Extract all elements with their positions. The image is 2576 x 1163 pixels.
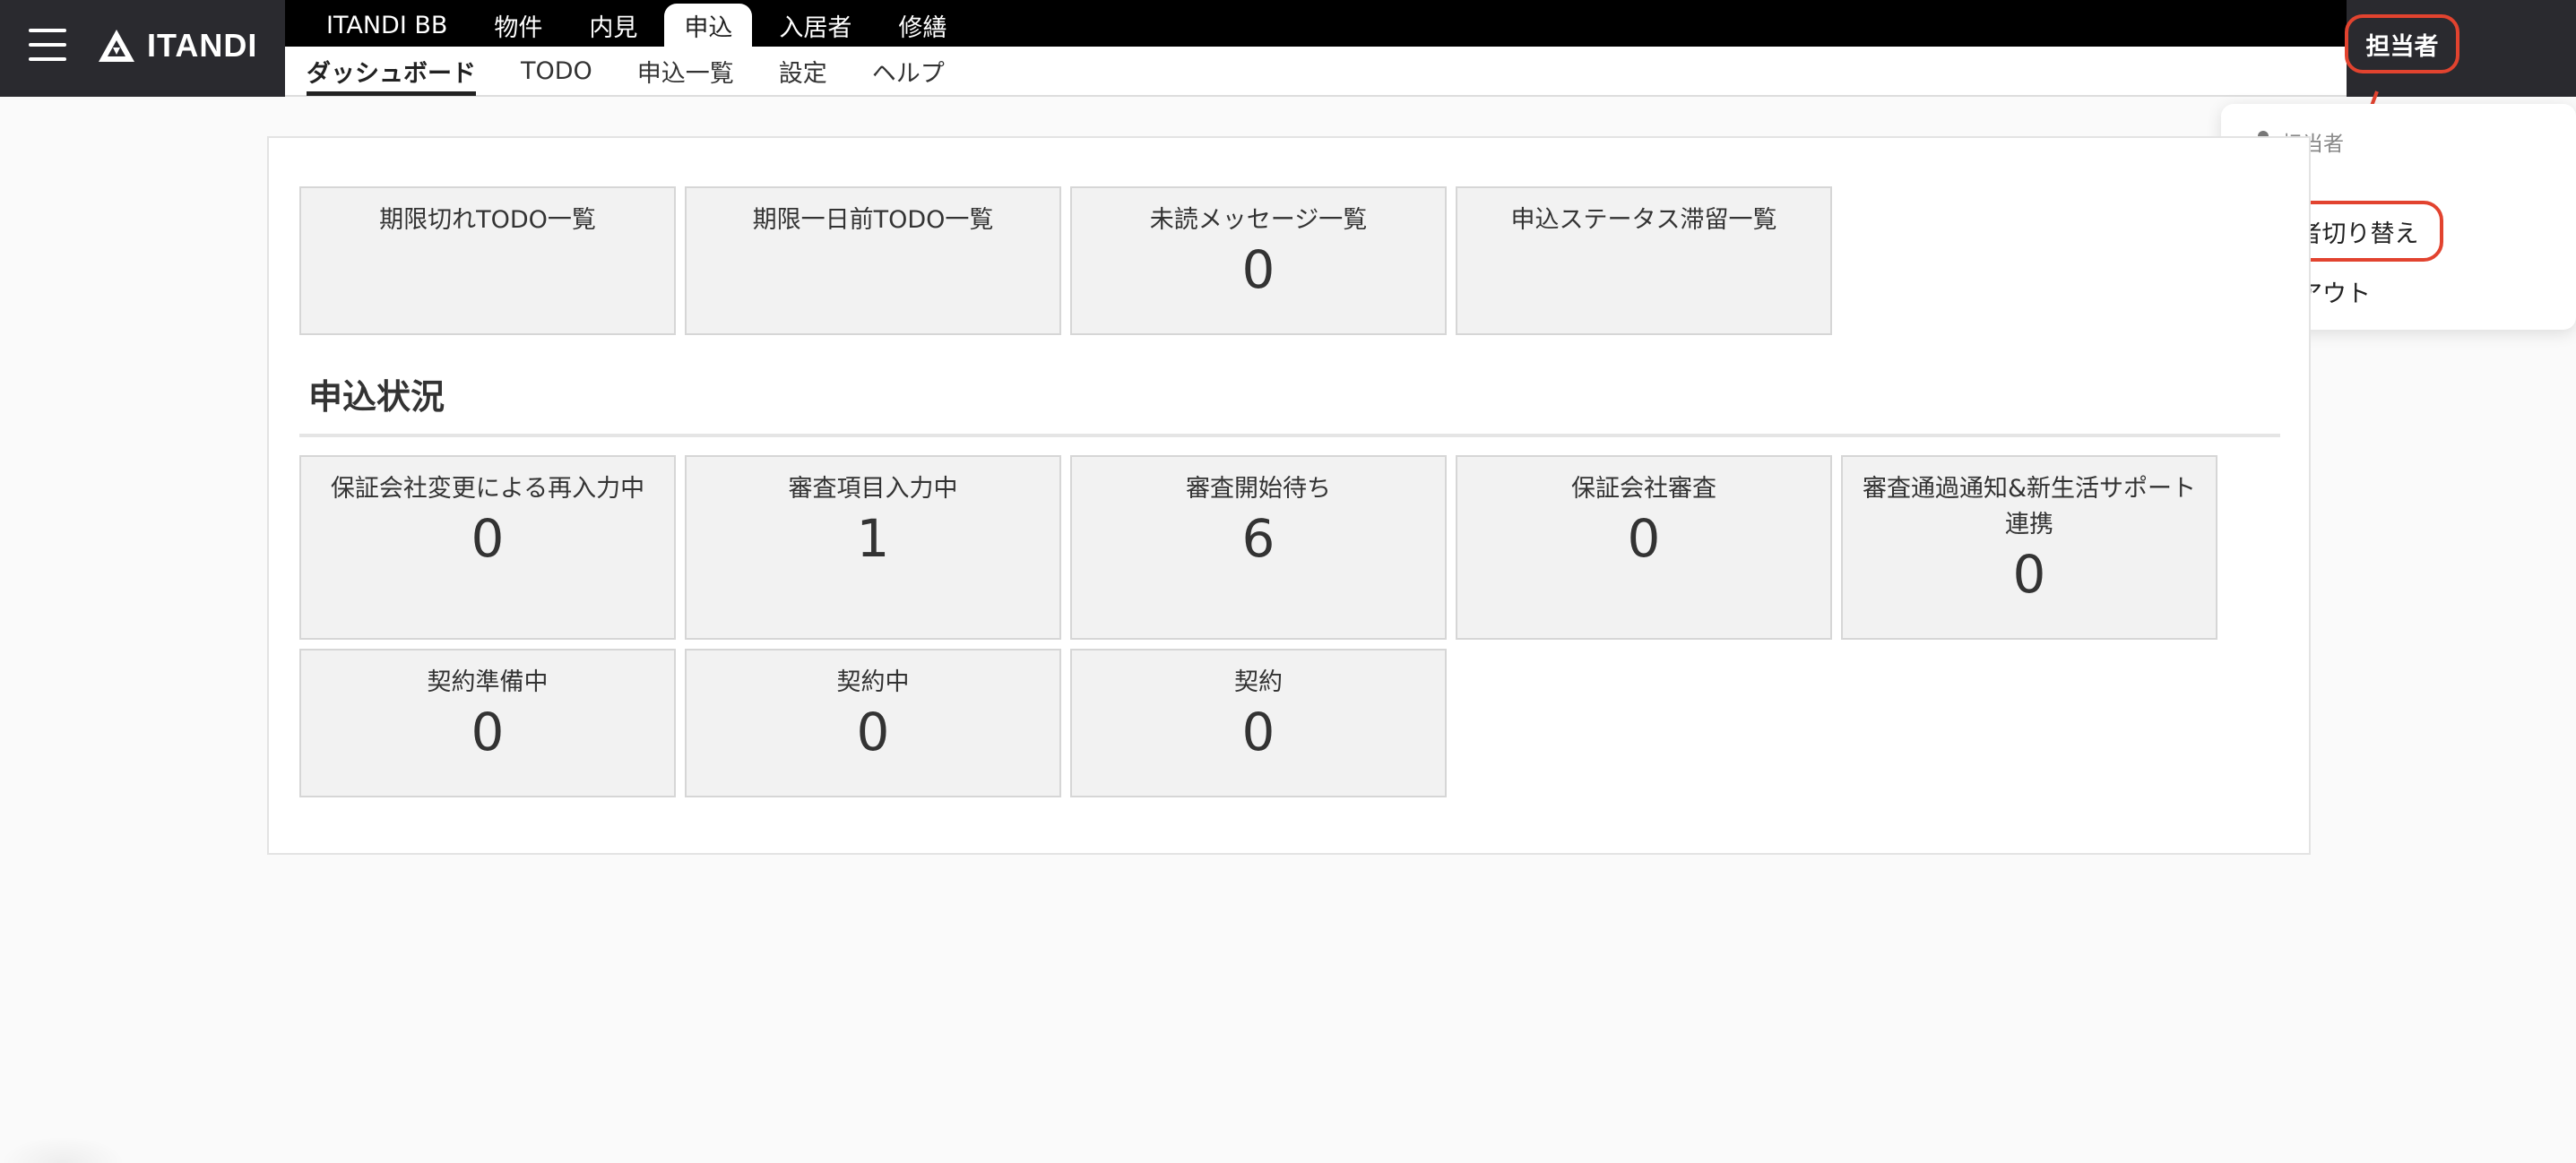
itandi-logo[interactable]: ITANDI [97,25,257,66]
card-label: 審査通過通知&新生活サポート連携 [1862,475,2197,538]
subtab-help[interactable]: ヘルプ [872,46,945,96]
itandi-logo-icon [99,30,134,62]
product-tabs: ITANDI BB 物件 内見 申込 入居者 修繕 [285,0,2347,47]
corner-shadow [0,1136,125,1163]
card-label: 審査項目入力中 [788,475,958,503]
status-card-contract-preparing[interactable]: 契約準備中 0 [299,649,676,797]
subtab-todo[interactable]: TODO [521,46,592,96]
status-card-input-in-progress[interactable]: 審査項目入力中 1 [685,455,1061,640]
card-label: 未読メッセージ一覧 [1149,206,1368,234]
card-label: 期限切れTODO一覧 [379,206,596,234]
card-label: 申込ステータス滞留一覧 [1510,206,1777,234]
card-count: 0 [856,702,890,762]
subtab-application-list[interactable]: 申込一覧 [637,46,734,96]
tab-repairs[interactable]: 修繕 [878,4,966,47]
todo-card-status-stalled[interactable]: 申込ステータス滞留一覧 [1456,186,1832,335]
card-count: 0 [1241,702,1275,762]
card-label: 契約 [1234,668,1283,696]
main-navigation: ITANDI BB 物件 内見 申込 入居者 修繕 ダッシュボード TODO 申… [285,0,2347,97]
card-label: 保証会社審査 [1571,475,1716,503]
card-count: 0 [2012,544,2046,605]
status-card-reentry[interactable]: 保証会社変更による再入力中 0 [299,455,676,640]
card-count: 0 [1627,508,1661,569]
status-card-guarantor-review[interactable]: 保証会社審査 0 [1456,455,1832,640]
section-divider [299,434,2280,437]
dashboard-panel: 期限切れTODO一覧 期限一日前TODO一覧 未読メッセージ一覧 0 申込ステー… [267,136,2311,855]
card-count: 0 [471,702,505,762]
section-title: 申込状況 [308,377,445,417]
sub-navigation: ダッシュボード TODO 申込一覧 設定 ヘルプ [285,47,2347,97]
status-card-contracting[interactable]: 契約中 0 [685,649,1061,797]
tab-itandi-bb[interactable]: ITANDI BB [307,4,467,47]
hamburger-menu-icon[interactable] [29,29,66,61]
card-count: 6 [1241,508,1275,569]
logo-text: ITANDI [147,27,258,64]
tab-applications[interactable]: 申込 [664,4,753,47]
card-label: 契約中 [836,668,910,696]
card-label: 期限一日前TODO一覧 [752,206,994,234]
tab-properties[interactable]: 物件 [474,4,562,47]
todo-card-due-tomorrow[interactable]: 期限一日前TODO一覧 [685,186,1061,335]
card-count: 1 [856,508,890,569]
card-label: 保証会社変更による再入力中 [330,475,645,503]
status-card-approval-notice[interactable]: 審査通過通知&新生活サポート連携 0 [1841,455,2217,640]
user-menu-button[interactable]: 担当者 [2345,14,2459,73]
card-label: 契約準備中 [427,668,549,696]
tab-viewing[interactable]: 内見 [569,4,657,47]
tab-residents[interactable]: 入居者 [759,4,871,47]
app-header: ITANDI ITANDI BB 物件 内見 申込 入居者 修繕 ダッシュボード… [0,0,2576,97]
todo-card-unread-messages[interactable]: 未読メッセージ一覧 0 [1070,186,1447,335]
card-label: 審査開始待ち [1186,475,1331,503]
status-card-awaiting-review[interactable]: 審査開始待ち 6 [1070,455,1447,640]
subtab-dashboard[interactable]: ダッシュボード [307,46,476,96]
todo-card-overdue[interactable]: 期限切れTODO一覧 [299,186,676,335]
card-count: 0 [471,508,505,569]
status-card-contracted[interactable]: 契約 0 [1070,649,1447,797]
subtab-settings[interactable]: 設定 [779,46,827,96]
card-count: 0 [1241,239,1275,300]
